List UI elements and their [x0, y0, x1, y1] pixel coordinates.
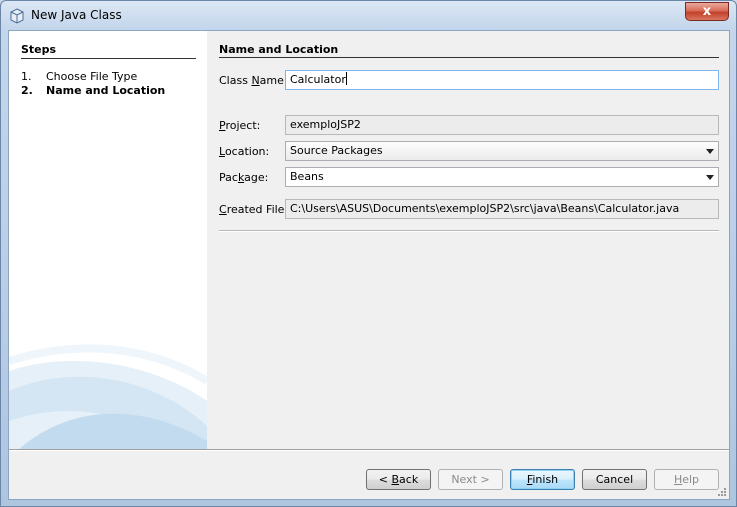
back-button[interactable]: < Back	[366, 469, 431, 490]
java-class-icon	[10, 8, 24, 24]
created-file-field: C:\Users\ASUS\Documents\exemploJSP2\src\…	[285, 199, 719, 219]
form-divider-highlight	[219, 231, 719, 232]
chevron-down-icon[interactable]	[706, 175, 714, 180]
help-button[interactable]: Help	[654, 469, 719, 490]
step-item-2: 2. Name and Location	[21, 84, 165, 97]
steps-heading: Steps	[21, 43, 57, 56]
close-icon: x	[702, 4, 712, 19]
class-name-input[interactable]: Calculator	[285, 70, 719, 90]
step-label: Name and Location	[46, 84, 166, 97]
window-title: New Java Class	[31, 8, 122, 22]
package-label: Package:	[219, 171, 269, 184]
resize-grip-icon[interactable]	[717, 487, 727, 497]
project-field: exemploJSP2	[285, 115, 719, 135]
step-item-1: 1. Choose File Type	[21, 70, 137, 83]
name-and-location-panel: Name and Location Class Name: Calculator…	[207, 31, 729, 449]
project-label: Project:	[219, 119, 261, 132]
dialog-body: Steps 1. Choose File Type 2. Name and Loca…	[8, 30, 730, 500]
next-button[interactable]: Next >	[438, 469, 503, 490]
class-name-label: Class Name:	[219, 74, 288, 87]
finish-button[interactable]: Finish	[510, 469, 575, 490]
package-combobox[interactable]: Beans	[285, 167, 719, 187]
step-number: 1.	[21, 70, 32, 83]
decorative-swoosh-graphic	[9, 344, 207, 449]
chevron-down-icon[interactable]	[706, 149, 714, 154]
close-button[interactable]: x	[685, 2, 729, 21]
steps-panel: Steps 1. Choose File Type 2. Name and Loca…	[9, 31, 207, 449]
steps-divider	[21, 58, 196, 59]
created-file-label: Created File:	[219, 203, 289, 216]
step-number: 2.	[21, 84, 33, 97]
title-bar[interactable]: New Java Class x	[1, 1, 736, 30]
section-heading: Name and Location	[219, 43, 339, 56]
cancel-button[interactable]: Cancel	[582, 469, 647, 490]
location-dropdown[interactable]: Source Packages	[285, 141, 719, 161]
location-label: Location:	[219, 145, 270, 158]
section-divider	[219, 57, 719, 58]
step-label: Choose File Type	[46, 70, 138, 83]
new-java-class-dialog: New Java Class x Steps 1. Choose File Typ…	[0, 0, 737, 507]
button-bar-separator-highlight	[9, 450, 729, 451]
text-cursor	[345, 72, 347, 85]
